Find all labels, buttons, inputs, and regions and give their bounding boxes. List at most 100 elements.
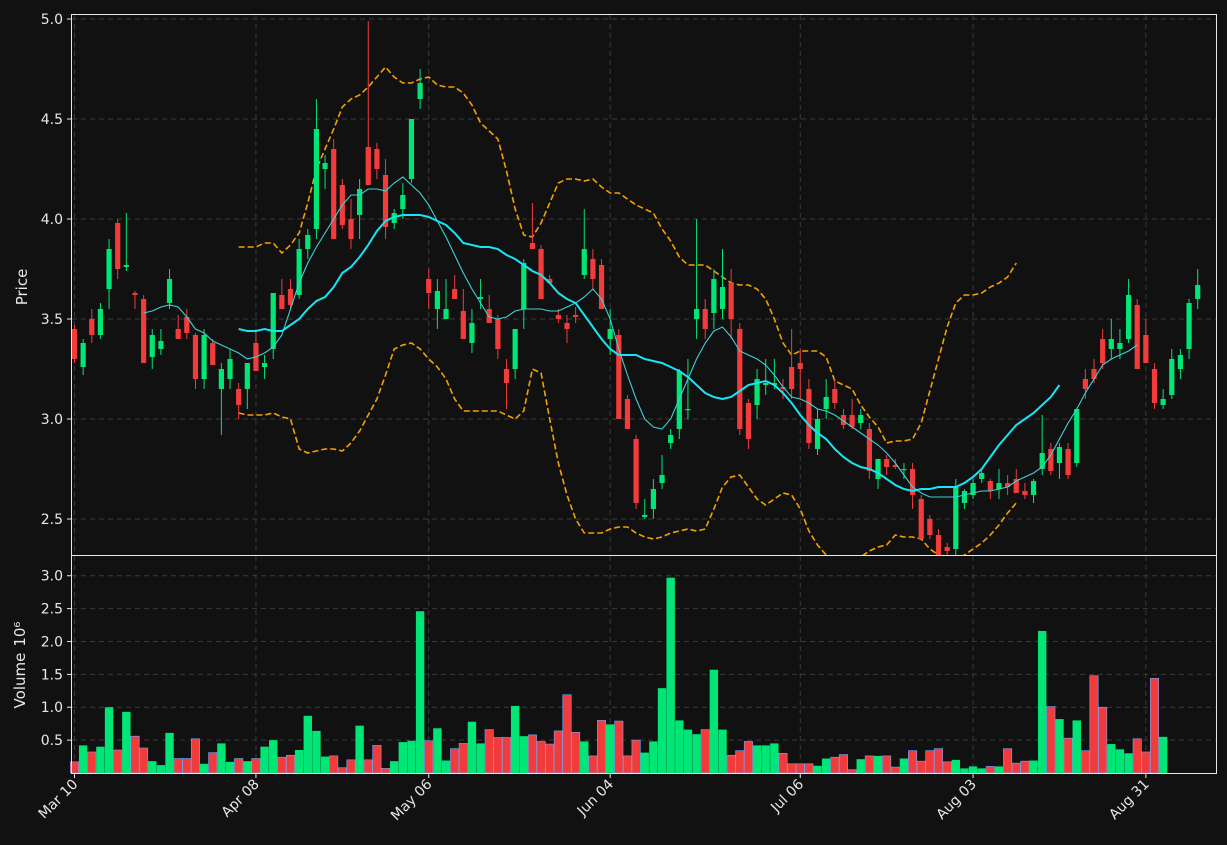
volume-bar [925, 750, 935, 774]
candle-body [1082, 379, 1088, 389]
candle-body [633, 439, 639, 503]
volume-bar [804, 763, 814, 774]
volume-bar [735, 750, 745, 774]
candle [1151, 363, 1158, 409]
volume-bar [260, 746, 269, 773]
volume-bar [527, 734, 537, 774]
candle-body [642, 515, 648, 517]
candle-body [305, 235, 311, 249]
volume-bar [821, 758, 831, 773]
volume-bar [726, 754, 736, 774]
candle-body [331, 149, 337, 239]
volume-bar [139, 747, 149, 774]
candle-body [823, 397, 829, 409]
volume-bar [1046, 706, 1056, 774]
candle-body [702, 309, 708, 329]
volume-bar [933, 748, 943, 774]
candle [633, 435, 639, 509]
candle-body [1108, 339, 1114, 349]
volume-bar [225, 761, 235, 773]
candle-body [218, 369, 224, 389]
volume-bar [640, 752, 649, 773]
volume-bar [580, 741, 589, 773]
candle-body [408, 119, 415, 179]
volume-bar [510, 705, 520, 773]
candle-body [685, 409, 691, 411]
volume-bar [337, 767, 347, 774]
volume-bar [104, 707, 114, 773]
candle-body [443, 309, 449, 319]
candle-body [460, 311, 466, 339]
candle [538, 245, 544, 299]
candle-body [1169, 359, 1175, 395]
candle-body [1186, 303, 1192, 349]
price-tick-label: 2.5 [41, 512, 63, 528]
candle-body [106, 249, 112, 289]
volume-bar [813, 765, 822, 773]
volume-bar [649, 741, 658, 773]
volume-bar [553, 730, 563, 774]
candle-body [650, 489, 656, 509]
volume-axis-label-text: Volume [11, 653, 29, 709]
volume-bar [847, 769, 857, 774]
candle-body [469, 323, 475, 343]
volume-bar [381, 768, 391, 774]
volume-bar [571, 731, 581, 774]
volume-bar [441, 760, 451, 773]
volume-bar [303, 715, 312, 773]
volume-bar [277, 756, 287, 774]
candle-body [719, 287, 726, 309]
candle-body [1195, 285, 1201, 299]
volume-bar [182, 758, 192, 774]
candle [953, 479, 959, 555]
volume-bar [882, 755, 892, 774]
volume-bar [899, 758, 909, 773]
volume-bar [1150, 678, 1160, 774]
volume-bar [493, 737, 503, 774]
volume-axis-label: Volume 10⁶ [11, 622, 29, 709]
candle-body [918, 499, 924, 539]
volume-bar [355, 725, 364, 773]
volume-bar [519, 736, 528, 773]
candle-body [979, 473, 985, 479]
volume-bar [1107, 744, 1116, 773]
volume-bar [1089, 675, 1099, 774]
volume-bar [458, 743, 468, 774]
candle [339, 179, 345, 229]
volume-bar [1072, 720, 1081, 773]
volume-tick-label: 2.5 [41, 602, 63, 618]
volume-bar [951, 759, 960, 773]
candle-body [434, 291, 440, 309]
volume-bar [199, 763, 209, 773]
candle-body [875, 459, 881, 479]
volume-bar [873, 755, 883, 773]
volume-bar [1141, 751, 1151, 774]
candle-body [763, 383, 769, 385]
volume-bar [675, 720, 684, 773]
candle [806, 379, 812, 449]
volume-bar [709, 669, 719, 773]
volume-bar [372, 745, 382, 774]
candle [72, 325, 78, 363]
volume-bar [148, 761, 157, 773]
volume-bar [770, 743, 779, 773]
candle-body [1117, 343, 1123, 349]
volume-bar [666, 577, 675, 773]
candle-body [322, 163, 328, 169]
candle-body [495, 319, 501, 349]
volume-tick-label: 3.0 [41, 569, 63, 585]
candle-body [227, 359, 233, 379]
candle [1134, 299, 1140, 369]
volume-bar [787, 763, 797, 774]
volume-bar [346, 759, 356, 774]
candle-body [927, 519, 933, 535]
candle-body [132, 293, 138, 295]
candle-body [80, 343, 86, 367]
candle-body [115, 223, 121, 269]
candle-body [858, 415, 864, 423]
candle-body [1074, 409, 1080, 463]
candle-body [261, 363, 268, 367]
volume-bar [830, 756, 840, 774]
volume-bar [130, 735, 140, 774]
candle-body [806, 389, 812, 443]
